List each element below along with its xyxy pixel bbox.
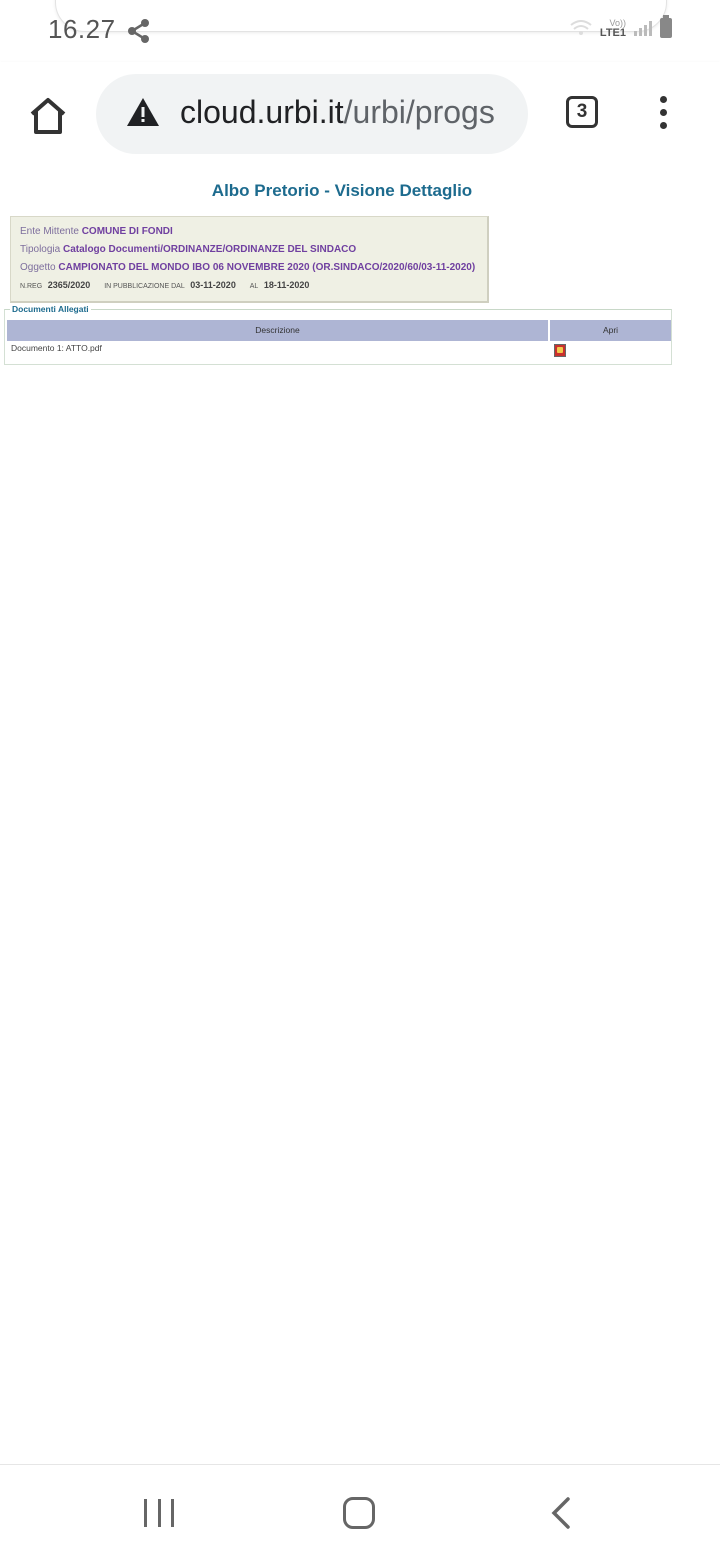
publication-label: IN PUBBLICAZIONE DAL	[104, 283, 185, 290]
tab-switcher-button[interactable]: 3	[566, 96, 598, 128]
wifi-icon	[570, 20, 592, 35]
column-header-apri: Apri	[550, 320, 671, 341]
registration-row: N.REG 2365/2020 IN PUBBLICAZIONE DAL 03-…	[20, 280, 309, 291]
ente-label: Ente Mittente	[20, 226, 79, 237]
battery-icon	[660, 15, 672, 38]
oggetto-value: CAMPIONATO DEL MONDO IBO 06 NOVEMBRE 202…	[58, 262, 476, 273]
tipologia-row: Tipologia Catalogo Documenti/ORDINANZE/O…	[20, 244, 356, 255]
tipologia-value: Catalogo Documenti/ORDINANZE/ORDINANZE D…	[63, 244, 357, 255]
detail-box: Ente Mittente COMUNE DI FONDI Tipologia …	[10, 216, 489, 303]
clock: 16.27	[48, 14, 116, 44]
share-icon	[128, 19, 149, 43]
more-menu-icon[interactable]	[656, 96, 670, 132]
page-title: Albo Pretorio - Visione Dettaglio	[211, 181, 473, 200]
oggetto-row: Oggetto CAMPIONATO DEL MONDO IBO 06 NOVE…	[20, 262, 475, 273]
recent-apps-icon[interactable]	[144, 1499, 174, 1527]
url-path: /urbi/progs	[343, 94, 495, 130]
attachments-legend: Documenti Allegati	[10, 304, 91, 314]
warning-icon[interactable]	[126, 96, 160, 128]
network-indicator: Vo)) LTE1	[599, 18, 626, 39]
home-icon[interactable]	[24, 92, 72, 140]
publication-from: 03-11-2020	[190, 280, 236, 290]
web-page: Albo Pretorio - Visione Dettaglio Ente M…	[0, 170, 720, 1464]
browser-toolbar: cloud.urbi.it/urbi/progs 3	[0, 62, 720, 170]
oggetto-label: Oggetto	[20, 262, 56, 273]
url-bar[interactable]: cloud.urbi.it/urbi/progs	[96, 74, 528, 154]
signal-icon	[634, 20, 652, 36]
ente-value: COMUNE DI FONDI	[81, 226, 173, 237]
system-icons: Vo)) LTE1	[570, 14, 672, 42]
publication-to: 18-11-2020	[263, 280, 310, 290]
navigation-bar	[0, 1464, 720, 1561]
status-bar: ⌄ 16.27 Vo)) LTE1	[0, 0, 720, 62]
nreg-label: N.REG	[20, 283, 43, 290]
url-text[interactable]: cloud.urbi.it/urbi/progs	[180, 94, 510, 131]
pdf-open-icon[interactable]	[554, 344, 566, 357]
column-header-descrizione: Descrizione	[7, 320, 548, 341]
back-icon[interactable]	[548, 1495, 576, 1531]
attachments-fieldset: Documenti Allegati Descrizione Apri Docu…	[4, 304, 672, 365]
attachment-description: Documento 1: ATTO.pdf	[11, 343, 102, 353]
nreg-value: 2365/2020	[47, 280, 91, 290]
url-domain: cloud.urbi.it	[180, 94, 344, 130]
tipologia-label: Tipologia	[20, 244, 61, 255]
home-nav-icon[interactable]	[343, 1497, 375, 1529]
al-label: AL	[249, 283, 259, 290]
ente-row: Ente Mittente COMUNE DI FONDI	[20, 226, 173, 237]
